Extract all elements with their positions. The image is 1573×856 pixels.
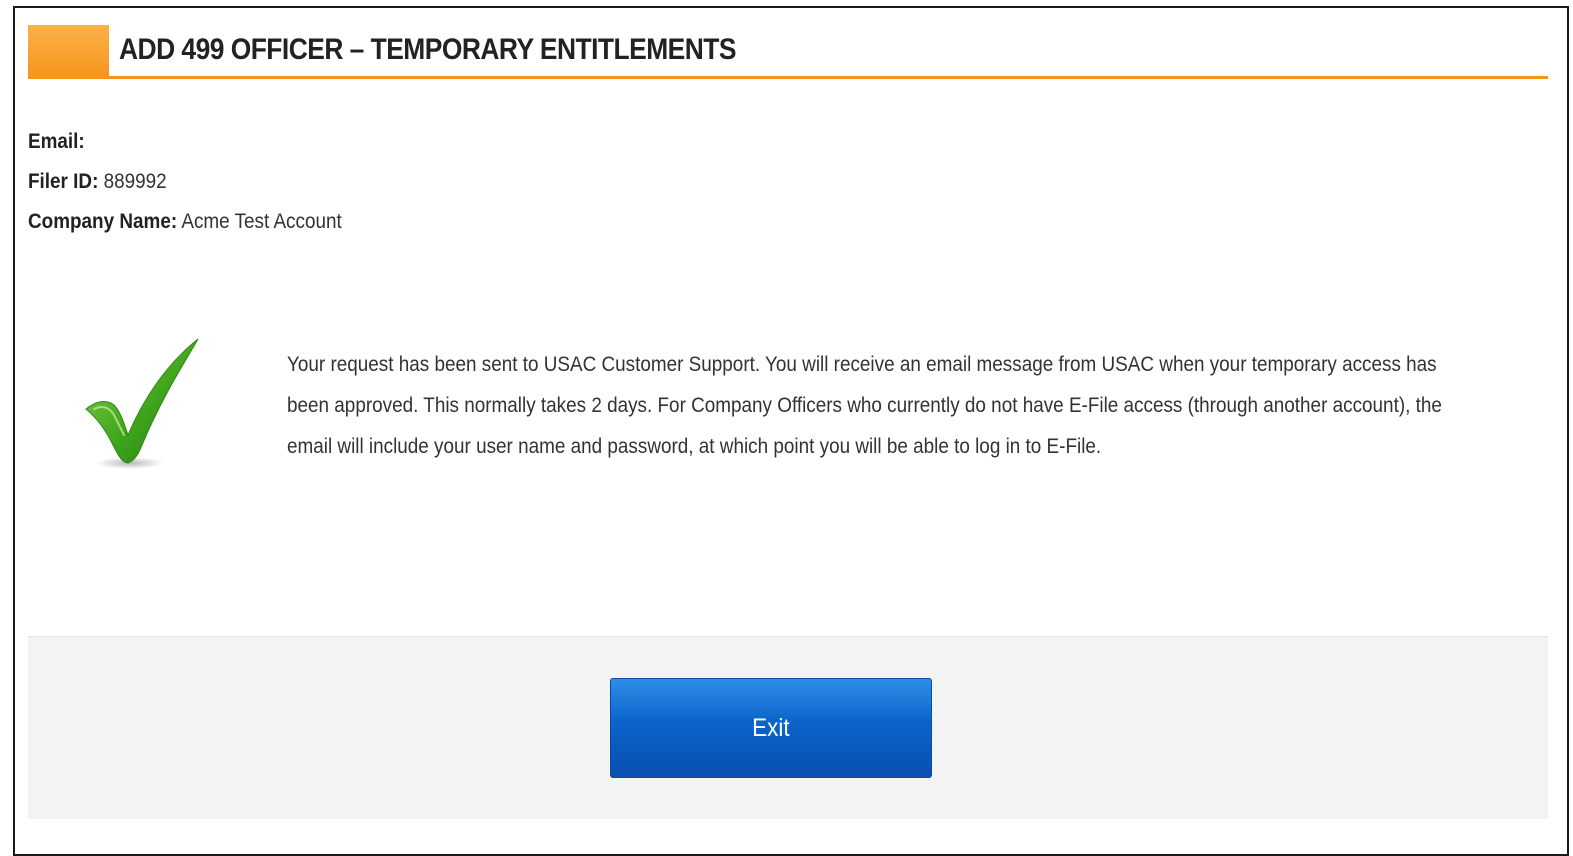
page-header: ADD 499 OFFICER – TEMPORARY ENTITLEMENTS (28, 25, 1548, 79)
confirmation-message: Your request has been sent to USAC Custo… (287, 353, 1442, 458)
filer-id-label: Filer ID: (28, 170, 99, 193)
exit-button[interactable]: Exit (610, 678, 932, 778)
company-name-label: Company Name: (28, 210, 178, 233)
header-divider (28, 76, 1548, 79)
page-title: ADD 499 OFFICER – TEMPORARY ENTITLEMENTS (119, 33, 736, 66)
company-name-value: Acme Test Account (181, 210, 342, 233)
company-name-row: Company Name: Acme Test Account (28, 206, 342, 246)
email-label: Email: (28, 130, 85, 153)
filer-id-row: Filer ID: 889992 (28, 166, 342, 206)
header-accent-block (28, 25, 109, 76)
filer-id-value: 889992 (103, 170, 167, 193)
action-footer: Exit (28, 636, 1548, 819)
email-row: Email: (28, 126, 342, 166)
checkmark-icon (80, 335, 210, 475)
exit-button-label: Exit (752, 713, 790, 742)
account-info: Email: Filer ID: 889992 Company Name: Ac… (28, 126, 377, 246)
